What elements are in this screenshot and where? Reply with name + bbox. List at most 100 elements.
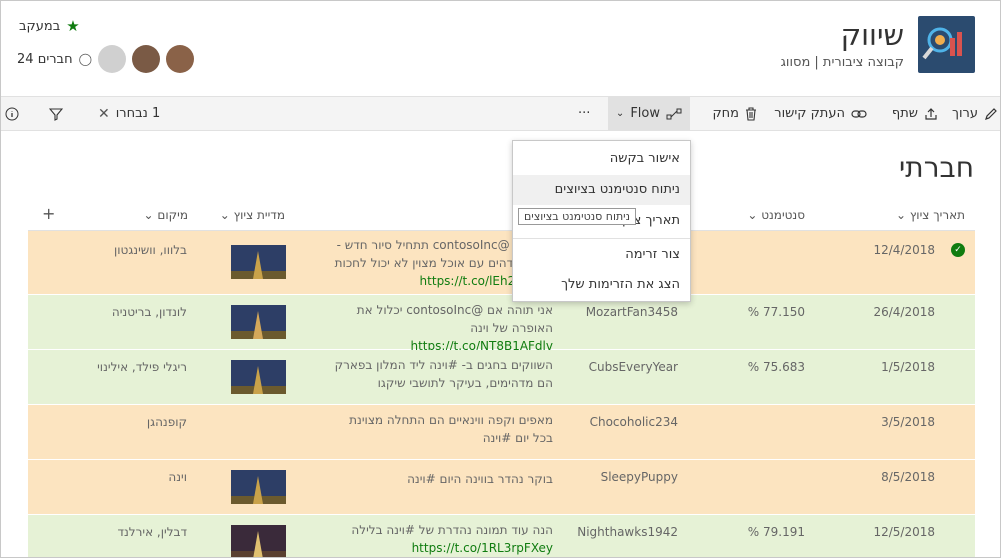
copy-link-button[interactable]: העתק קישור <box>774 97 867 130</box>
column-header-sentiment[interactable]: סנטימנט ⌄ <box>747 208 805 222</box>
cell-location: ריגלי פילד, אילינוי <box>97 360 187 374</box>
table-row[interactable]: 3/5/2018 Chocoholic234 מאפים וקפה ווינאי… <box>28 405 975 460</box>
cell-author: SleepyPuppy <box>600 470 678 484</box>
filter-icon <box>49 107 63 121</box>
tweet-image[interactable] <box>231 525 286 557</box>
follow-toggle[interactable]: במעקב ★ <box>19 17 80 35</box>
more-icon: ··· <box>578 106 591 121</box>
app-window: שיווק קבוצה ציבורית | מסווג במעקב ★ 24 ח… <box>0 0 1001 558</box>
analytics-logo-icon <box>922 27 962 60</box>
social-list: תאריך ציוץ ⌄ סנטימנט ⌄ מדיית ציוץ ⌄ מיקו… <box>28 201 975 557</box>
tweet-image[interactable] <box>231 470 286 504</box>
flow-label: Flow <box>630 106 660 121</box>
site-header: שיווק קבוצה ציבורית | מסווג במעקב ★ 24 ח… <box>1 1 1000 96</box>
page-title: חברתי <box>899 151 974 184</box>
cell-tweet: הנה עוד תמונה נהדרת של #וינה בלילה https… <box>328 521 553 557</box>
chevron-down-icon: ⌄ <box>747 208 758 222</box>
chevron-down-icon: ⌄ <box>219 208 230 222</box>
command-bar: ערוך שתף העתק קישור מחק Flow ⌄ ··· 1 נבח… <box>1 96 1000 131</box>
filter-button[interactable] <box>49 97 63 130</box>
add-column-icon[interactable]: + <box>42 204 55 223</box>
tooltip: ניתוח סנטימנט בציוצים <box>518 208 637 225</box>
tweet-text: הנה עוד תמונה נהדרת של #וינה בלילה <box>351 523 553 537</box>
cell-location: קופנהגן <box>146 415 187 429</box>
more-button[interactable]: ··· <box>578 97 590 130</box>
members-count: 24 חברים <box>17 51 73 67</box>
info-button[interactable] <box>5 97 19 130</box>
chevron-down-icon: ⌄ <box>895 208 906 222</box>
list-header: תאריך ציוץ ⌄ סנטימנט ⌄ מדיית ציוץ ⌄ מיקו… <box>28 201 975 231</box>
delete-label: מחק <box>712 106 739 121</box>
tweet-text: אני תוהה אם @contosoInc יכלול את האופרה … <box>356 303 553 335</box>
column-header-date[interactable]: תאריך ציוץ ⌄ <box>896 208 965 222</box>
menu-item-request-approval[interactable]: אישור בקשה <box>513 144 690 174</box>
info-icon <box>5 107 19 120</box>
cell-location: לונדון, בריטניה <box>111 305 187 319</box>
cell-location: בלווו, וושינגטון <box>114 243 187 257</box>
share-button[interactable]: שתף <box>892 97 938 130</box>
cell-date: 8/5/2018 <box>881 470 935 484</box>
cell-date: 3/5/2018 <box>881 415 935 429</box>
edit-button[interactable]: ערוך <box>952 97 998 130</box>
column-header-media[interactable]: מדיית ציוץ ⌄ <box>220 208 285 222</box>
chevron-down-icon: ⌄ <box>615 108 625 119</box>
flow-button[interactable]: Flow ⌄ <box>607 97 690 130</box>
trash-icon <box>746 106 756 121</box>
cell-date: 26/4/2018 <box>873 305 935 319</box>
clear-selection-button[interactable]: 1 נבחרו ✕ <box>98 97 160 130</box>
close-icon: ✕ <box>98 105 110 122</box>
site-logo <box>918 16 975 73</box>
table-row[interactable]: 1/5/2018 75.683 % CubsEveryYear השווקים … <box>28 350 975 405</box>
selected-check-icon[interactable]: ✓ <box>951 243 965 257</box>
cell-author: Chocoholic234 <box>589 415 678 429</box>
cell-date: 12/4/2018 <box>873 243 935 257</box>
site-subtitle: קבוצה ציבורית | מסווג <box>780 55 904 70</box>
avatar[interactable] <box>98 45 127 73</box>
cell-tweet: השווקים בחגים ב- #וינה ליד המלון בפארק ה… <box>328 356 553 392</box>
tweet-link[interactable]: https://t.co/1RL3rpFXey <box>328 539 553 557</box>
tweet-image[interactable] <box>231 305 286 339</box>
chevron-down-icon: ⌄ <box>143 208 154 222</box>
follow-label: במעקב <box>19 18 61 34</box>
share-icon <box>925 107 937 120</box>
cell-sentiment: 79.191 % <box>747 525 805 539</box>
link-icon <box>851 109 867 118</box>
site-title: שיווק <box>840 18 904 52</box>
menu-item-sentiment-analysis[interactable]: ניתוח סנטימנט בציוצים <box>513 175 690 205</box>
cell-sentiment: 75.683 % <box>747 360 805 374</box>
tweet-image[interactable] <box>231 245 286 279</box>
table-row[interactable]: 8/5/2018 SleepyPuppy בוקר נהדר בווינה הי… <box>28 460 975 515</box>
cell-tweet: אני תוהה אם @contosoInc יכלול את האופרה … <box>328 301 553 355</box>
members-area[interactable]: 24 חברים ◯ <box>17 45 195 73</box>
tweet-text: בוקר נהדר בווינה היום #וינה <box>407 472 553 486</box>
cell-sentiment: 77.150 % <box>747 305 805 319</box>
edit-label: ערוך <box>952 106 978 121</box>
cell-author: Nighthawks1942 <box>577 525 678 539</box>
pencil-icon <box>985 107 997 120</box>
cell-location: דבלין, אירלנד <box>117 525 187 539</box>
copy-link-label: העתק קישור <box>774 106 845 121</box>
menu-divider <box>513 238 690 239</box>
cell-tweet: מאפים וקפה ווינאיים הם התחלה מצוינת בכל … <box>328 411 553 447</box>
column-header-location[interactable]: מיקום ⌄ <box>144 208 188 222</box>
avatar[interactable] <box>132 45 161 73</box>
delete-button[interactable]: מחק <box>712 97 757 130</box>
share-label: שתף <box>891 106 918 121</box>
cell-location: וינה <box>168 470 187 484</box>
cell-author: CubsEveryYear <box>588 360 678 374</box>
tweet-image[interactable] <box>231 360 286 394</box>
menu-item-show-flows[interactable]: הצג את הזרימות שלך <box>513 270 690 300</box>
cell-tweet: בוקר נהדר בווינה היום #וינה <box>328 470 553 488</box>
tweet-text: מאפים וקפה ווינאיים הם התחלה מצוינת בכל … <box>349 413 553 445</box>
table-row[interactable]: ✓ 12/4/2018 קווה ש- @contosoInc תתחיל סי… <box>28 231 975 295</box>
menu-item-create-flow[interactable]: צור זרימה <box>513 240 690 270</box>
cell-date: 12/5/2018 <box>873 525 935 539</box>
tweet-text: השווקים בחגים ב- #וינה ליד המלון בפארק ה… <box>334 358 553 390</box>
flow-icon <box>666 108 682 119</box>
star-icon: ★ <box>66 17 80 35</box>
cell-author: MozartFan3458 <box>585 305 678 319</box>
table-row[interactable]: 26/4/2018 77.150 % MozartFan3458 אני תוה… <box>28 295 975 353</box>
avatar[interactable] <box>166 45 195 73</box>
table-row[interactable]: 12/5/2018 79.191 % Nighthawks1942 הנה עו… <box>28 515 975 557</box>
person-icon: ◯ <box>78 52 93 66</box>
